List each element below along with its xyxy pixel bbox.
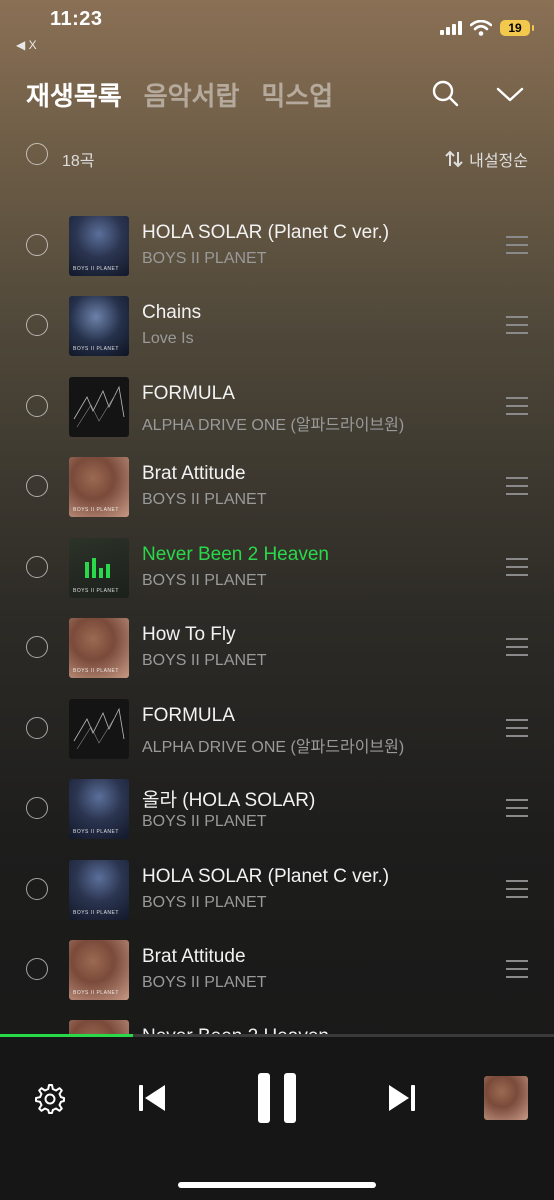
album-art: BOYS II PLANET — [69, 940, 129, 1000]
album-art-label: BOYS II PLANET — [73, 910, 119, 916]
track-row[interactable]: BOYS II PLANET 올라 (HOLA SOLAR) BOYS II P… — [0, 779, 554, 859]
album-art: BOYS II PLANET — [69, 216, 129, 276]
drag-handle-icon[interactable] — [506, 316, 528, 334]
track-select-radio[interactable] — [26, 475, 48, 497]
album-art-label: BOYS II PLANET — [73, 829, 119, 835]
drag-handle-icon[interactable] — [506, 477, 528, 495]
album-art: BOYS II PLANET — [69, 779, 129, 839]
chevron-down-icon[interactable] — [494, 78, 526, 110]
album-art-label: BOYS II PLANET — [73, 266, 119, 272]
search-icon[interactable] — [430, 78, 462, 110]
home-indicator — [178, 1182, 376, 1188]
track-title: 올라 (HOLA SOLAR) — [142, 790, 316, 811]
track-row[interactable]: FORMULA ALPHA DRIVE ONE (알파드라이브원) — [0, 377, 554, 457]
settings-gear-icon[interactable] — [34, 1083, 66, 1115]
album-art: BOYS II PLANET — [69, 296, 129, 356]
album-art-thumbnail[interactable] — [484, 1076, 528, 1120]
album-art: BOYS II PLANET — [69, 457, 129, 517]
drag-handle-icon[interactable] — [506, 960, 528, 978]
track-title: Brat Attitude — [142, 463, 246, 484]
track-select-radio[interactable] — [26, 958, 48, 980]
skip-previous-icon[interactable] — [136, 1082, 168, 1114]
track-list[interactable]: BOYS II PLANET HOLA SOLAR (Planet C ver.… — [0, 178, 554, 1038]
track-row[interactable]: BOYS II PLANET Chains Love Is — [0, 296, 554, 376]
formula-scribble-graphic — [73, 385, 125, 428]
album-art: BOYS II PLANET — [69, 860, 129, 920]
track-row-now-playing[interactable]: BOYS II PLANET Never Been 2 Heaven BOYS … — [0, 538, 554, 618]
track-row[interactable]: BOYS II PLANET HOLA SOLAR (Planet C ver.… — [0, 860, 554, 940]
track-row[interactable]: BOYS II PLANET Brat Attitude BOYS II PLA… — [0, 940, 554, 1020]
track-row[interactable]: FORMULA ALPHA DRIVE ONE (알파드라이브원) — [0, 699, 554, 779]
drag-handle-icon[interactable] — [506, 719, 528, 737]
track-select-radio[interactable] — [26, 234, 48, 256]
track-artist: ALPHA DRIVE ONE (알파드라이브원) — [142, 417, 405, 434]
drag-handle-icon[interactable] — [506, 880, 528, 898]
track-select-radio[interactable] — [26, 797, 48, 819]
now-playing-equalizer-icon — [85, 558, 110, 578]
status-time: 11:23 — [50, 8, 103, 30]
track-select-radio[interactable] — [26, 556, 48, 578]
skip-next-icon[interactable] — [386, 1082, 418, 1114]
mini-player — [0, 1037, 554, 1200]
track-select-radio[interactable] — [26, 636, 48, 658]
track-artist: ALPHA DRIVE ONE (알파드라이브원) — [142, 739, 405, 756]
track-title: Never Been 2 Heaven — [142, 544, 329, 565]
album-art-label: BOYS II PLANET — [73, 507, 119, 513]
album-art-label: BOYS II PLANET — [73, 346, 119, 352]
album-art — [69, 377, 129, 437]
tab-music-drawer[interactable]: 음악서랍 — [144, 76, 240, 113]
list-header: 18곡 내설정순 — [26, 143, 528, 171]
battery-indicator: 19 — [500, 20, 534, 36]
tab-bar: 재생목록 음악서랍 믹스업 — [26, 76, 333, 113]
track-artist: BOYS II PLANET — [142, 974, 267, 991]
track-title: FORMULA — [142, 705, 235, 726]
track-artist: BOYS II PLANET — [142, 572, 267, 589]
track-row[interactable]: BOYS II PLANET HOLA SOLAR (Planet C ver.… — [0, 216, 554, 296]
drag-handle-icon[interactable] — [506, 236, 528, 254]
track-title: Chains — [142, 302, 202, 323]
back-to-app-link[interactable]: ◀ X — [16, 38, 37, 52]
sort-button[interactable]: 내설정순 — [445, 147, 528, 171]
track-title: How To Fly — [142, 624, 236, 645]
track-select-radio[interactable] — [26, 395, 48, 417]
pause-icon[interactable] — [254, 1071, 300, 1125]
drag-handle-icon[interactable] — [506, 558, 528, 576]
sort-arrows-icon — [445, 150, 463, 168]
album-art: BOYS II PLANET — [69, 538, 129, 598]
track-artist: BOYS II PLANET — [142, 250, 267, 267]
album-art: BOYS II PLANET — [69, 618, 129, 678]
album-art-label: BOYS II PLANET — [73, 668, 119, 674]
track-select-radio[interactable] — [26, 314, 48, 336]
status-bar: 11:23 ◀ X 19 — [0, 0, 554, 60]
album-art — [69, 699, 129, 759]
track-select-radio[interactable] — [26, 878, 48, 900]
sort-label: 내설정순 — [469, 153, 528, 170]
tab-playlist[interactable]: 재생목록 — [26, 76, 122, 113]
track-artist: BOYS II PLANET — [142, 813, 267, 830]
cellular-signal-icon — [440, 21, 462, 35]
drag-handle-icon[interactable] — [506, 397, 528, 415]
drag-handle-icon[interactable] — [506, 799, 528, 817]
track-title: FORMULA — [142, 383, 235, 404]
tab-mixup[interactable]: 믹스업 — [261, 76, 333, 113]
track-artist: BOYS II PLANET — [142, 652, 267, 669]
select-all-radio[interactable] — [26, 143, 48, 165]
track-select-radio[interactable] — [26, 717, 48, 739]
wifi-icon — [470, 20, 492, 36]
formula-scribble-graphic — [73, 707, 125, 750]
track-title: HOLA SOLAR (Planet C ver.) — [142, 866, 390, 887]
track-title: Brat Attitude — [142, 946, 246, 967]
status-icons: 19 — [440, 20, 534, 36]
album-art-label: BOYS II PLANET — [73, 990, 119, 996]
album-art-label: BOYS II PLANET — [73, 588, 119, 594]
track-artist: Love Is — [142, 330, 194, 347]
track-title: HOLA SOLAR (Planet C ver.) — [142, 222, 390, 243]
track-count: 18곡 — [62, 153, 95, 170]
drag-handle-icon[interactable] — [506, 638, 528, 656]
track-artist: BOYS II PLANET — [142, 894, 267, 911]
track-artist: BOYS II PLANET — [142, 491, 267, 508]
track-row[interactable]: BOYS II PLANET Brat Attitude BOYS II PLA… — [0, 457, 554, 537]
track-row[interactable]: BOYS II PLANET How To Fly BOYS II PLANET — [0, 618, 554, 698]
